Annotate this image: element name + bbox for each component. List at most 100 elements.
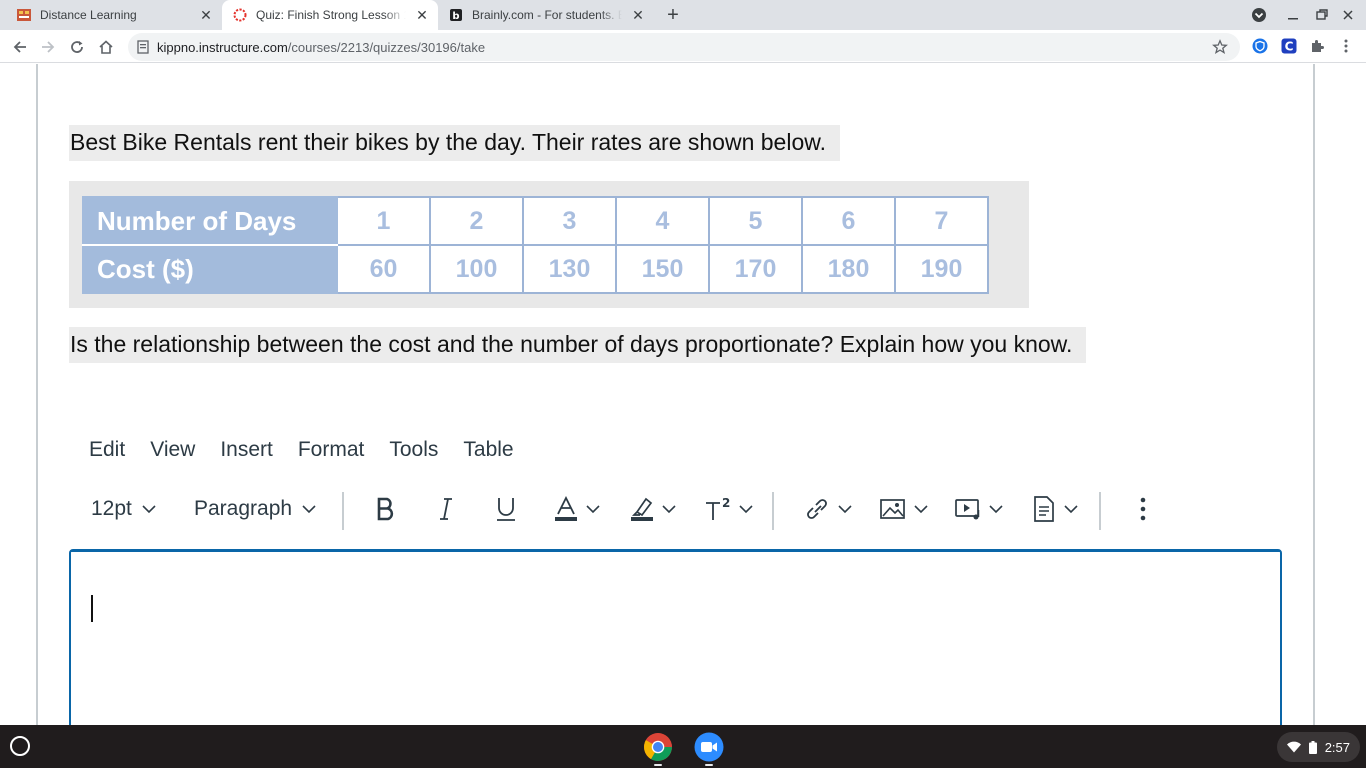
chevron-down-icon (1064, 505, 1078, 514)
chevron-down-icon (838, 505, 852, 514)
tab-brainly[interactable]: b Brainly.com - For students. By student… (438, 0, 654, 30)
url-host: kippno.instructure.com (157, 40, 288, 55)
bookmark-star-icon[interactable] (1212, 39, 1228, 55)
chevron-down-icon (989, 505, 1003, 514)
editor-toolbar: 12pt Paragraph 2 (80, 488, 1270, 530)
chrome-app-icon[interactable] (643, 732, 673, 762)
tab-quiz[interactable]: Quiz: Finish Strong Lesson 1 Exit Ticket… (222, 0, 438, 30)
close-tab-icon[interactable]: ✕ (198, 7, 214, 23)
table-cell: 3 (522, 196, 617, 246)
table-cell: 6 (801, 196, 896, 246)
table-cell: 100 (429, 244, 524, 294)
chevron-down-icon (142, 505, 156, 514)
italic-icon (440, 498, 452, 520)
back-arrow-icon[interactable] (9, 36, 31, 58)
restore-window-icon[interactable] (1312, 5, 1332, 25)
table-cell: 170 (708, 244, 803, 294)
brainly-favicon-icon: b (450, 9, 462, 22)
shield-extension-icon[interactable] (1252, 38, 1268, 54)
rich-text-editor-area[interactable] (69, 549, 1282, 725)
table-cell: 4 (615, 196, 710, 246)
question-intro: Best Bike Rentals rent their bikes by th… (69, 125, 840, 161)
app-running-indicator (654, 764, 662, 766)
menu-table[interactable]: Table (463, 436, 513, 464)
menu-format[interactable]: Format (298, 436, 365, 464)
site-info-icon[interactable] (137, 40, 149, 54)
table-row-days: Number of Days 1 2 3 4 5 6 7 (82, 196, 989, 246)
media-icon (955, 499, 980, 520)
toolbar-divider (1099, 492, 1101, 530)
table-cell: 190 (894, 244, 989, 294)
new-tab-plus-icon[interactable]: + (662, 4, 684, 26)
tab-search-icon[interactable] (1249, 5, 1269, 25)
close-tab-icon[interactable]: ✕ (630, 7, 646, 23)
italic-button[interactable] (436, 488, 456, 530)
highlight-color-button[interactable] (629, 488, 677, 530)
browser-tab-strip: Distance Learning ✕ Quiz: Finish Strong … (0, 0, 1366, 30)
more-vertical-icon (1140, 497, 1146, 521)
menu-tools[interactable]: Tools (389, 436, 438, 464)
image-icon (880, 499, 905, 519)
bold-icon (377, 497, 394, 521)
zoom-app-icon[interactable] (694, 732, 724, 762)
table-cell: 2 (429, 196, 524, 246)
link-button[interactable] (803, 488, 853, 530)
minimize-icon[interactable] (1283, 5, 1303, 25)
row-header-days: Number of Days (82, 196, 338, 246)
superscript-button[interactable]: 2 (704, 488, 754, 530)
c-extension-icon[interactable]: C (1281, 38, 1297, 54)
toolbar-divider (342, 492, 344, 530)
url-path: /courses/2213/quizzes/30196/take (287, 40, 486, 55)
document-icon (1034, 496, 1054, 522)
svg-text:C: C (1285, 40, 1294, 54)
document-button[interactable] (1031, 488, 1079, 530)
chevron-down-icon (302, 505, 316, 514)
extensions-puzzle-icon[interactable] (1309, 38, 1325, 54)
text-color-button[interactable] (553, 488, 601, 530)
menu-edit[interactable]: Edit (89, 436, 125, 464)
tab-title: Brainly.com - For students. By students. (472, 8, 622, 22)
chevron-down-icon (739, 505, 753, 514)
superscript-icon: 2 (706, 496, 730, 520)
home-icon[interactable] (95, 36, 117, 58)
menu-insert[interactable]: Insert (220, 436, 273, 464)
close-tab-icon[interactable]: ✕ (414, 7, 430, 23)
table-cell: 5 (708, 196, 803, 246)
close-window-icon[interactable] (1338, 5, 1358, 25)
distance-learning-favicon-icon (17, 9, 31, 21)
underline-button[interactable] (494, 488, 518, 530)
tab-title: Quiz: Finish Strong Lesson 1 Exit Ticket (256, 8, 406, 22)
table-cell: 7 (894, 196, 989, 246)
battery-icon (1308, 740, 1317, 754)
content-border-left (36, 64, 38, 725)
reload-icon[interactable] (66, 36, 88, 58)
svg-text:b: b (452, 11, 459, 22)
chevron-down-icon (914, 505, 928, 514)
block-format-dropdown[interactable]: Paragraph (194, 488, 317, 530)
table-cell: 150 (615, 244, 710, 294)
browser-toolbar: kippno.instructure.com/courses/2213/quiz… (0, 30, 1366, 63)
bold-button[interactable] (374, 488, 398, 530)
font-size-dropdown[interactable]: 12pt (91, 488, 157, 530)
launcher-circle-icon[interactable] (10, 736, 30, 756)
forward-arrow-icon[interactable] (37, 36, 59, 58)
chromeos-shelf: 2:57 (0, 725, 1366, 768)
media-button[interactable] (954, 488, 1004, 530)
svg-text:2: 2 (722, 496, 730, 510)
image-button[interactable] (879, 488, 929, 530)
highlighter-icon (631, 497, 653, 521)
chevron-down-icon (586, 505, 600, 514)
more-options-button[interactable] (1136, 488, 1150, 530)
wifi-icon (1286, 741, 1301, 753)
quiz-page: Best Bike Rentals rent their bikes by th… (0, 64, 1366, 725)
link-icon (807, 499, 827, 519)
text-color-icon (555, 495, 577, 521)
menu-kebab-icon[interactable] (1338, 38, 1354, 54)
font-size-value: 12pt (91, 497, 132, 520)
tab-distance-learning[interactable]: Distance Learning ✕ (0, 0, 222, 30)
status-tray[interactable]: 2:57 (1276, 732, 1360, 762)
menu-view[interactable]: View (150, 436, 195, 464)
editor-menubar: Edit View Insert Format Tools Table (89, 436, 539, 464)
address-bar[interactable]: kippno.instructure.com/courses/2213/quiz… (128, 33, 1240, 61)
question-prompt: Is the relationship between the cost and… (69, 327, 1087, 363)
